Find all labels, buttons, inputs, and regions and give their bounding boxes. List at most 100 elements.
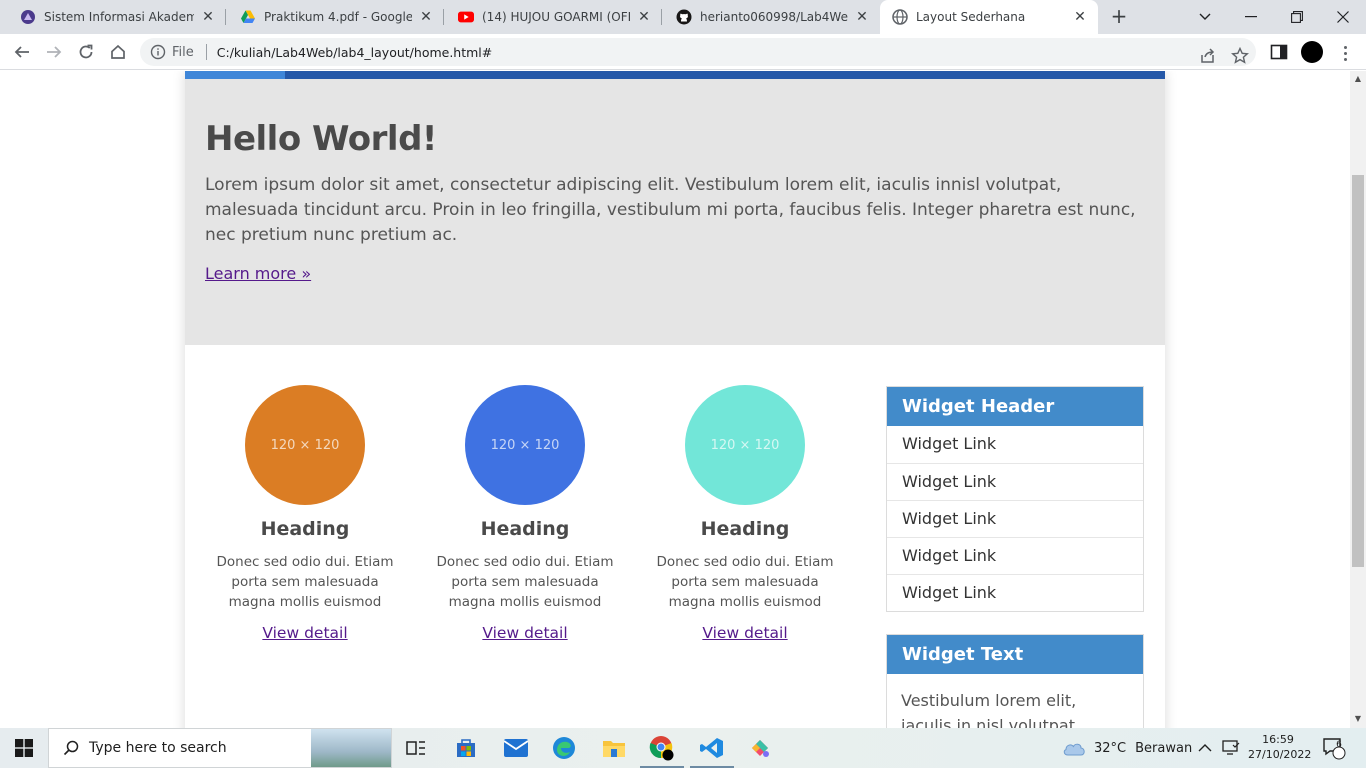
clock-time: 16:59	[1262, 733, 1294, 746]
share-icon[interactable]	[1199, 47, 1217, 65]
vscode-icon[interactable]	[688, 728, 736, 768]
cloud-icon	[1063, 743, 1085, 756]
hero-text: Lorem ipsum dolor sit amet, consectetur …	[205, 175, 1136, 245]
tab-sistem-informasi-akademik[interactable]: Sistem Informasi Akademik ✕	[8, 0, 226, 34]
view-detail-link[interactable]: View detail	[262, 624, 347, 642]
browser-tab-strip: Sistem Informasi Akademik ✕ Praktikum 4.…	[0, 0, 1366, 34]
widget-link[interactable]: Widget Link	[887, 426, 1143, 463]
youtube-icon	[458, 9, 474, 25]
widget-text-box: Widget Text Vestibulum lorem elit, iacul…	[886, 634, 1144, 728]
task-view-icon[interactable]	[392, 728, 440, 768]
placeholder-size-label: 120 × 120	[490, 437, 560, 453]
widget-text-body: Vestibulum lorem elit, iaculis in nisl v…	[901, 691, 1081, 728]
widget-link[interactable]: Widget Link	[887, 500, 1143, 537]
card-heading: Heading	[700, 518, 790, 540]
tab-title: Praktikum 4.pdf - Google Dri	[264, 10, 412, 24]
view-detail-link[interactable]: View detail	[482, 624, 567, 642]
placeholder-size-label: 120 × 120	[710, 437, 780, 453]
university-icon	[20, 9, 36, 25]
back-arrow-icon[interactable]	[8, 38, 36, 66]
feature-card: 120 × 120 Heading Donec sed odio dui. Et…	[645, 385, 845, 642]
widget-link[interactable]: Widget Link	[887, 463, 1143, 500]
scroll-up-arrow-icon[interactable]: ▲	[1353, 74, 1363, 84]
github-icon	[676, 9, 692, 25]
reload-icon[interactable]	[72, 38, 100, 66]
tab-youtube[interactable]: (14) HUJOU GOARMI (OFFICI ✕	[446, 0, 662, 34]
browser-toolbar: File C:/kuliah/Lab4Web/lab4_layout/home.…	[0, 34, 1366, 70]
globe-icon	[892, 9, 908, 25]
address-url[interactable]: C:/kuliah/Lab4Web/lab4_layout/home.html#	[217, 45, 492, 60]
learn-more-link[interactable]: Learn more »	[205, 264, 311, 283]
close-tab-icon[interactable]: ✕	[636, 9, 652, 25]
file-explorer-icon[interactable]	[590, 728, 638, 768]
show-hidden-icons-chevron-icon[interactable]	[1198, 728, 1212, 768]
bookmark-star-icon[interactable]	[1231, 47, 1249, 65]
system-clock[interactable]: 16:59 27/10/2022	[1248, 732, 1311, 762]
navbar-active-item[interactable]	[185, 71, 285, 79]
feature-card: 120 × 120 Heading Donec sed odio dui. Et…	[205, 385, 405, 642]
weather-widget[interactable]: 32°C Berawan	[1062, 728, 1192, 768]
widget-link[interactable]: Widget Link	[887, 537, 1143, 574]
hero-section: Hello World! Lorem ipsum dolor sit amet,…	[185, 79, 1165, 345]
close-tab-icon[interactable]: ✕	[200, 9, 216, 25]
weather-temperature: 32°C	[1094, 740, 1127, 756]
page-container: Hello World! Lorem ipsum dolor sit amet,…	[185, 71, 1165, 728]
close-window-icon[interactable]	[1320, 0, 1366, 34]
close-tab-icon[interactable]: ✕	[418, 9, 434, 25]
forward-arrow-icon[interactable]	[40, 38, 68, 66]
chrome-browser-icon[interactable]	[638, 728, 686, 768]
mail-icon[interactable]	[492, 728, 540, 768]
view-detail-link[interactable]: View detail	[702, 624, 787, 642]
page-viewport: Hello World! Lorem ipsum dolor sit amet,…	[0, 71, 1350, 728]
taskbar-search-placeholder: Type here to search	[89, 740, 227, 756]
image-placeholder: 120 × 120	[245, 385, 365, 505]
image-placeholder: 120 × 120	[465, 385, 585, 505]
notification-count: 6	[1336, 740, 1342, 750]
windows-taskbar: Type here to search 32°C Berawan 16:59 2…	[0, 728, 1366, 768]
tab-title: (14) HUJOU GOARMI (OFFICI	[482, 10, 630, 24]
search-highlight-image	[311, 729, 391, 767]
taskbar-search-box[interactable]: Type here to search	[48, 728, 392, 768]
new-tab-button[interactable]: +	[1108, 6, 1130, 28]
notification-center-icon[interactable]: 6	[1322, 728, 1346, 768]
minimize-icon[interactable]	[1228, 0, 1274, 34]
windows-start-icon[interactable]	[0, 728, 48, 768]
tab-search-icon[interactable]	[1182, 0, 1228, 34]
tab-github[interactable]: herianto060998/Lab4Web ✕	[664, 0, 880, 34]
restore-icon[interactable]	[1274, 0, 1320, 34]
widget-header: Widget Header	[887, 387, 1143, 426]
address-bar[interactable]: File C:/kuliah/Lab4Web/lab4_layout/home.…	[140, 38, 1256, 66]
menu-kebab-icon[interactable]	[1336, 42, 1354, 64]
widget-text-header: Widget Text	[887, 635, 1143, 674]
microsoft-store-icon[interactable]	[442, 728, 490, 768]
sidebar-widgets: Widget Header Widget Link Widget Link Wi…	[886, 386, 1144, 728]
scheme-label: File	[172, 44, 194, 60]
widget-link[interactable]: Widget Link	[887, 574, 1143, 611]
widget-links: Widget Header Widget Link Widget Link Wi…	[886, 386, 1144, 612]
home-icon[interactable]	[104, 38, 132, 66]
hero-title: Hello World!	[205, 119, 437, 159]
network-display-icon[interactable]	[1222, 728, 1240, 768]
card-text: Donec sed odio dui. Etiam porta sem male…	[656, 554, 834, 610]
google-drive-icon	[240, 9, 256, 25]
edge-browser-icon[interactable]	[540, 728, 588, 768]
close-tab-icon[interactable]: ✕	[1072, 9, 1088, 25]
address-separator	[205, 44, 207, 60]
scrollbar-thumb[interactable]	[1352, 175, 1364, 567]
git-kraken-icon[interactable]	[736, 728, 784, 768]
feature-card: 120 × 120 Heading Donec sed odio dui. Et…	[425, 385, 625, 642]
side-panel-icon[interactable]	[1270, 43, 1288, 61]
tab-google-drive[interactable]: Praktikum 4.pdf - Google Dri ✕	[228, 0, 444, 34]
card-text: Donec sed odio dui. Etiam porta sem male…	[436, 554, 614, 610]
image-placeholder: 120 × 120	[685, 385, 805, 505]
tab-layout-sederhana[interactable]: Layout Sederhana ✕	[880, 0, 1098, 34]
tab-title: herianto060998/Lab4Web	[700, 10, 848, 24]
card-heading: Heading	[480, 518, 570, 540]
profile-avatar[interactable]	[1301, 41, 1323, 63]
close-tab-icon[interactable]: ✕	[854, 9, 870, 25]
info-icon[interactable]	[150, 44, 166, 60]
placeholder-size-label: 120 × 120	[270, 437, 340, 453]
scroll-down-arrow-icon[interactable]: ▼	[1353, 714, 1363, 724]
search-icon	[63, 740, 79, 756]
card-heading: Heading	[260, 518, 350, 540]
